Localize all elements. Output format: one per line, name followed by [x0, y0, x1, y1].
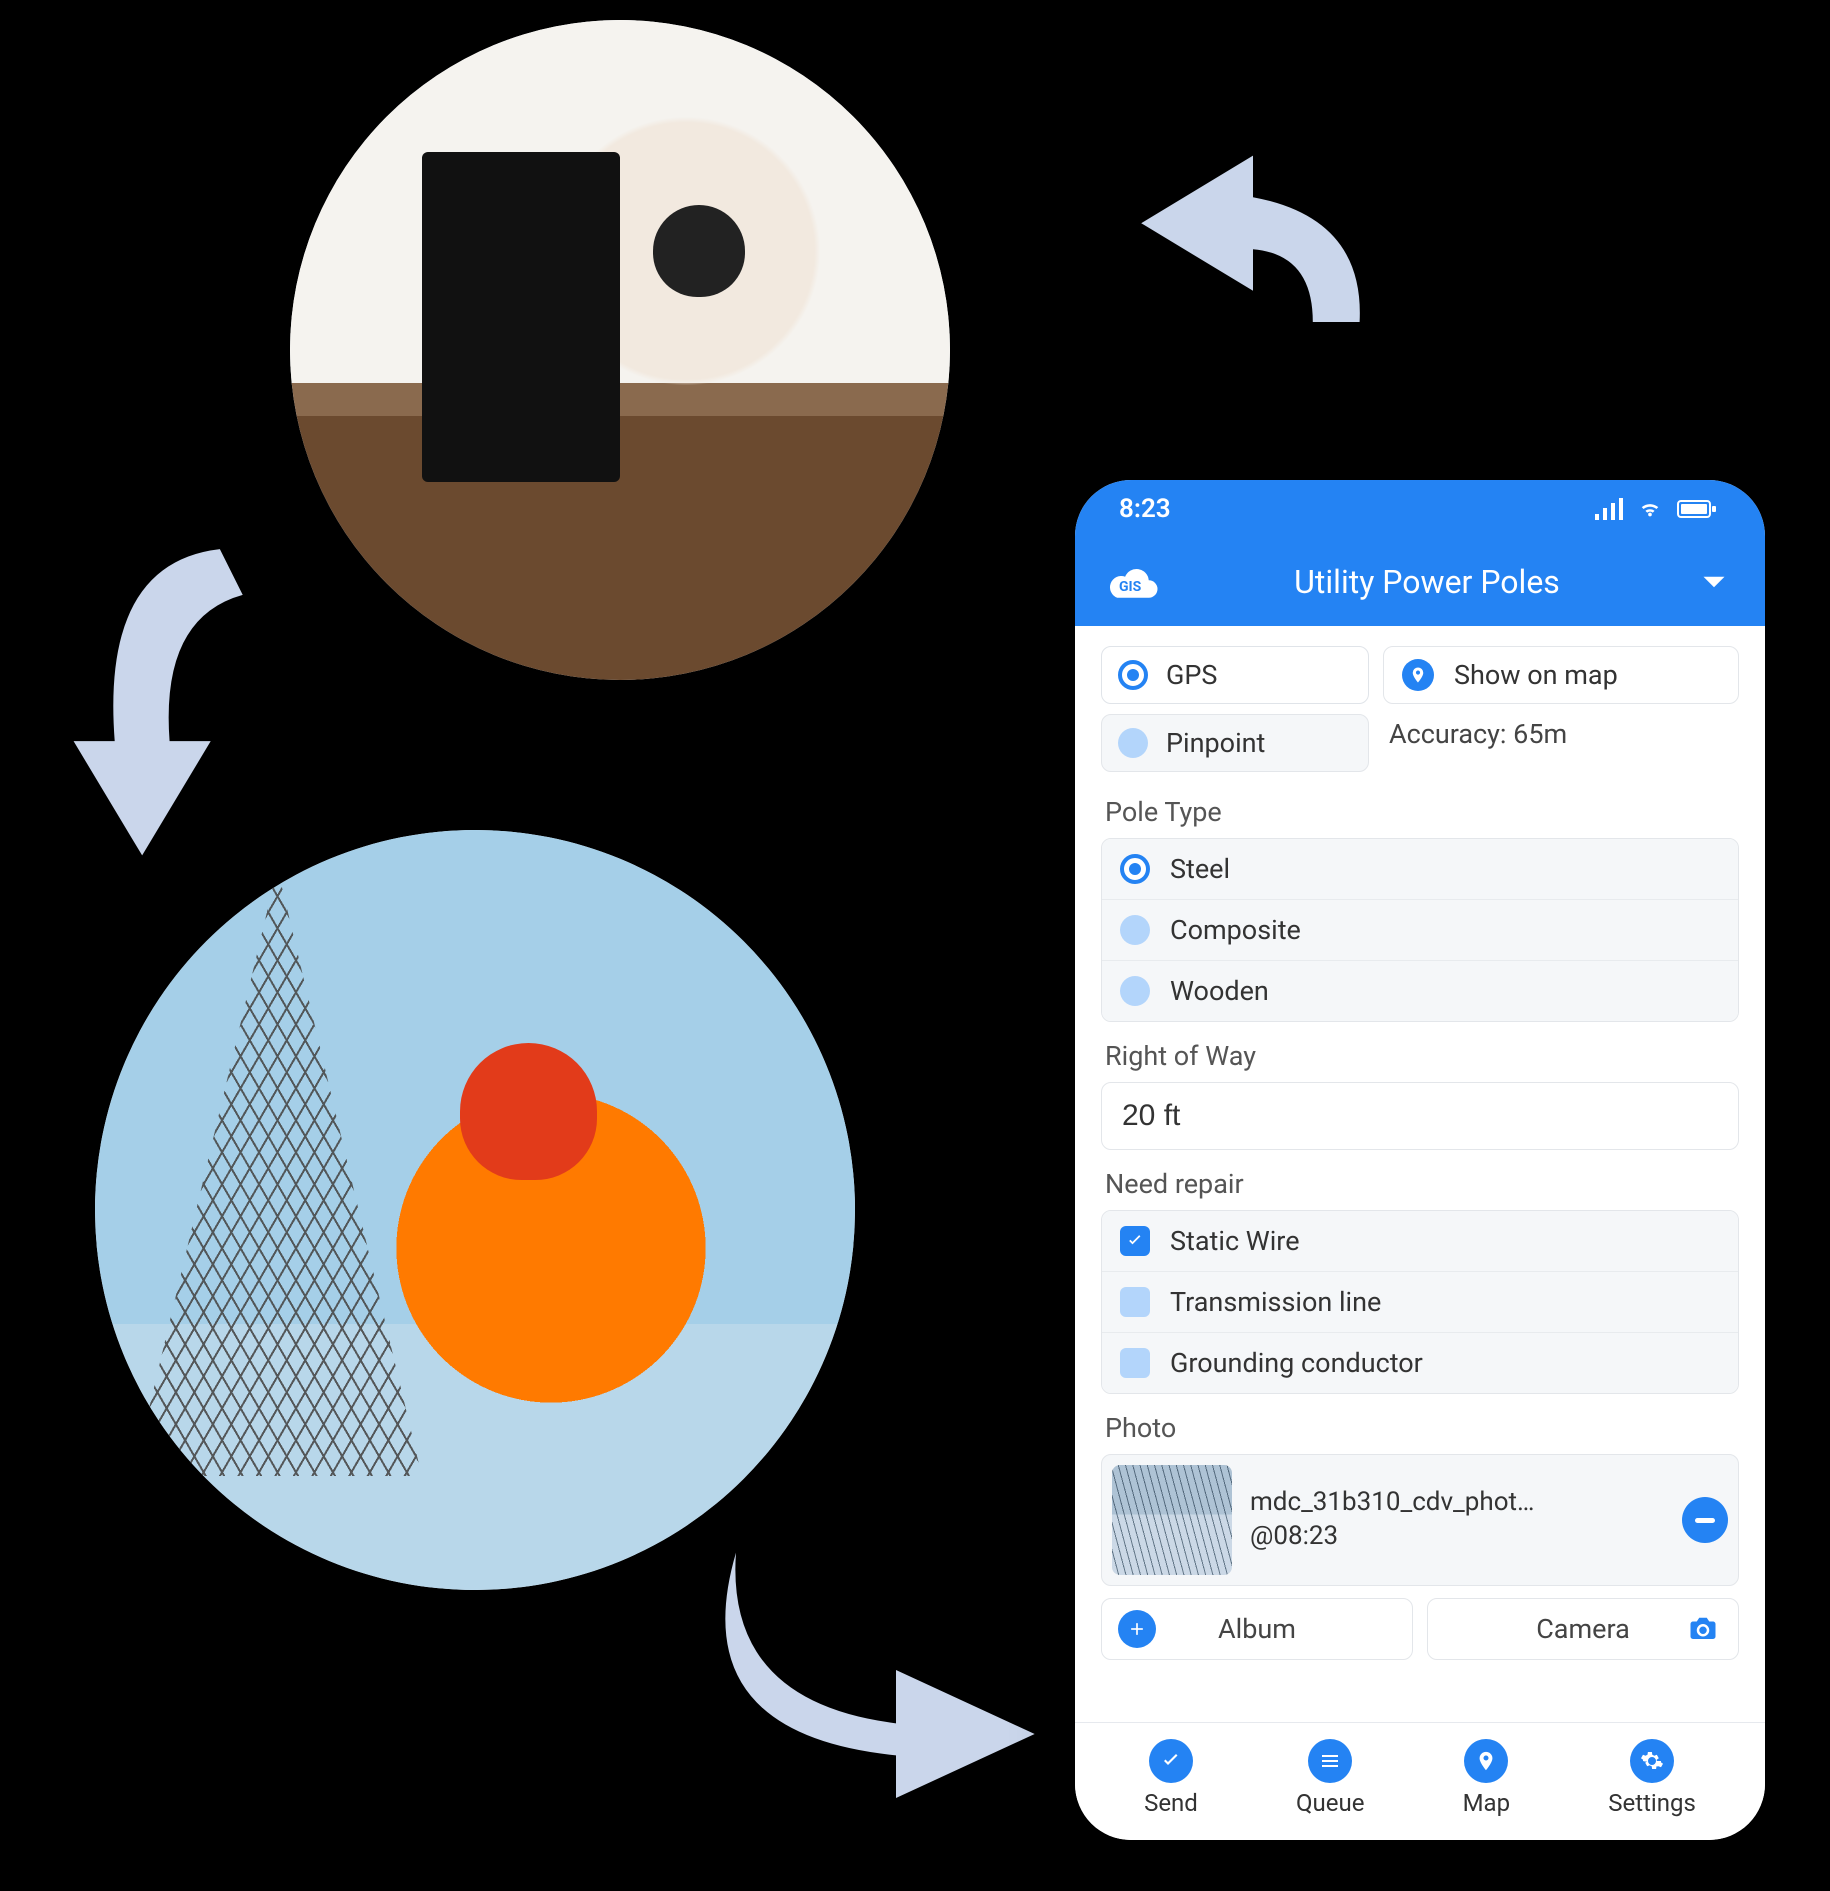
- radio-unchecked-icon: [1120, 915, 1150, 945]
- radio-checked-icon: [1118, 660, 1148, 690]
- plus-icon: [1118, 1610, 1156, 1648]
- tab-send[interactable]: Send: [1144, 1739, 1198, 1817]
- tab-label: Map: [1463, 1789, 1510, 1817]
- need-repair-option-static-wire[interactable]: Static Wire: [1102, 1211, 1738, 1272]
- status-icons: [1593, 498, 1717, 520]
- pole-type-option-wooden[interactable]: Wooden: [1102, 961, 1738, 1021]
- check-circle-icon: [1149, 1739, 1193, 1783]
- show-on-map-button[interactable]: Show on map: [1383, 646, 1739, 704]
- arrow-icon: [720, 1530, 1040, 1810]
- need-repair-group: Static Wire Transmission line Grounding …: [1101, 1210, 1739, 1394]
- checkbox-unchecked-icon: [1120, 1287, 1150, 1317]
- camera-icon: [1684, 1610, 1722, 1648]
- checkbox-unchecked-icon: [1120, 1348, 1150, 1378]
- page-title: Utility Power Poles: [1181, 563, 1673, 601]
- phone-mockup: 8:23 GIS Utility Power Poles GPS Pinpoin…: [1075, 480, 1765, 1840]
- svg-text:GIS: GIS: [1119, 579, 1142, 595]
- option-label: Composite: [1170, 914, 1301, 946]
- photo-meta: mdc_31b310_cdv_phot… @08:23: [1250, 1486, 1664, 1554]
- tab-label: Send: [1144, 1789, 1198, 1817]
- photo-filename: mdc_31b310_cdv_phot…: [1250, 1486, 1664, 1520]
- list-icon: [1308, 1739, 1352, 1783]
- radio-checked-icon: [1120, 854, 1150, 884]
- option-label: Transmission line: [1170, 1286, 1381, 1318]
- pole-type-option-composite[interactable]: Composite: [1102, 900, 1738, 961]
- cellular-icon: [1593, 498, 1623, 520]
- option-label: Static Wire: [1170, 1225, 1300, 1257]
- illustration-field-worker: [95, 830, 855, 1590]
- option-label: Grounding conductor: [1170, 1347, 1423, 1379]
- section-label-photo: Photo: [1105, 1412, 1739, 1444]
- accuracy-text: Accuracy: 65m: [1383, 718, 1739, 750]
- gis-cloud-logo: GIS: [1105, 562, 1161, 602]
- section-label-need-repair: Need repair: [1105, 1168, 1739, 1200]
- tab-map[interactable]: Map: [1463, 1739, 1510, 1817]
- arrow-icon: [50, 540, 280, 860]
- button-label: Album: [1218, 1613, 1296, 1645]
- map-pin-icon: [1402, 659, 1434, 691]
- camera-button[interactable]: Camera: [1427, 1598, 1739, 1660]
- option-label: Steel: [1170, 853, 1230, 885]
- section-label-right-of-way: Right of Way: [1105, 1040, 1739, 1072]
- section-label-pole-type: Pole Type: [1105, 796, 1739, 828]
- cloud-icon: GIS: [1105, 562, 1161, 602]
- photo-timestamp: @08:23: [1250, 1520, 1664, 1554]
- status-bar: 8:23: [1075, 480, 1765, 538]
- remove-photo-button[interactable]: [1682, 1497, 1728, 1543]
- tab-label: Queue: [1296, 1789, 1364, 1817]
- radio-unchecked-icon: [1120, 976, 1150, 1006]
- album-button[interactable]: Album: [1101, 1598, 1413, 1660]
- radio-unchecked-icon: [1118, 728, 1148, 758]
- arrow-icon: [1110, 140, 1370, 400]
- battery-icon: [1677, 498, 1717, 520]
- checkbox-checked-icon: [1120, 1226, 1150, 1256]
- gear-icon: [1630, 1739, 1674, 1783]
- illustration-office-worker: [290, 20, 950, 680]
- pole-type-group: Steel Composite Wooden: [1101, 838, 1739, 1022]
- location-option-gps[interactable]: GPS: [1101, 646, 1369, 704]
- pole-type-option-steel[interactable]: Steel: [1102, 839, 1738, 900]
- tab-label: Settings: [1608, 1789, 1696, 1817]
- right-of-way-input[interactable]: [1101, 1082, 1739, 1150]
- chevron-down-icon[interactable]: [1693, 561, 1735, 603]
- need-repair-option-grounding[interactable]: Grounding conductor: [1102, 1333, 1738, 1393]
- button-label: Camera: [1536, 1613, 1630, 1645]
- option-label: GPS: [1166, 659, 1217, 691]
- need-repair-option-transmission[interactable]: Transmission line: [1102, 1272, 1738, 1333]
- tab-queue[interactable]: Queue: [1296, 1739, 1364, 1817]
- photo-attachment: mdc_31b310_cdv_phot… @08:23: [1101, 1454, 1739, 1586]
- form-area: GPS Pinpoint Show on map Accuracy: 65m P…: [1075, 626, 1765, 1722]
- button-label: Show on map: [1454, 659, 1618, 691]
- location-option-pinpoint[interactable]: Pinpoint: [1101, 714, 1369, 772]
- option-label: Pinpoint: [1166, 727, 1265, 759]
- photo-thumbnail[interactable]: [1112, 1465, 1232, 1575]
- status-time: 8:23: [1119, 494, 1171, 524]
- map-pin-icon: [1464, 1739, 1508, 1783]
- wifi-icon: [1635, 498, 1665, 520]
- app-header: GIS Utility Power Poles: [1075, 538, 1765, 626]
- option-label: Wooden: [1170, 975, 1269, 1007]
- tab-bar: Send Queue Map Settings: [1075, 1722, 1765, 1840]
- tab-settings[interactable]: Settings: [1608, 1739, 1696, 1817]
